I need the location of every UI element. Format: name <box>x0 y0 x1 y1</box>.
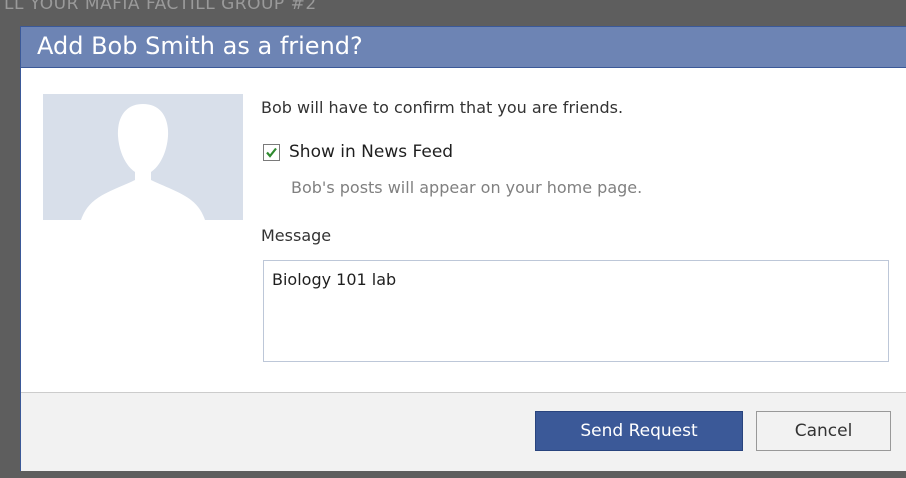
confirm-text: Bob will have to confirm that you are fr… <box>261 98 624 117</box>
add-friend-dialog: Add Bob Smith as a friend? Bob will have… <box>20 26 906 471</box>
send-request-button[interactable]: Send Request <box>535 411 743 451</box>
profile-avatar-icon <box>43 94 243 220</box>
show-in-news-feed-checkbox[interactable] <box>263 144 280 161</box>
message-label: Message <box>261 226 332 245</box>
show-in-news-feed-label[interactable]: Show in News Feed <box>289 142 453 162</box>
dialog-title: Add Bob Smith as a friend? <box>37 32 363 60</box>
dialog-footer: Send Request Cancel <box>21 392 906 471</box>
news-feed-subtext: Bob's posts will appear on your home pag… <box>291 178 643 197</box>
message-textarea[interactable]: Biology 101 lab <box>263 260 889 362</box>
dialog-title-bar: Add Bob Smith as a friend? <box>21 26 906 68</box>
checkmark-icon <box>266 147 277 158</box>
background-group-title: LL YOUR MAFIA FACTILL GROUP #2 <box>4 0 317 14</box>
cancel-button[interactable]: Cancel <box>756 411 891 451</box>
